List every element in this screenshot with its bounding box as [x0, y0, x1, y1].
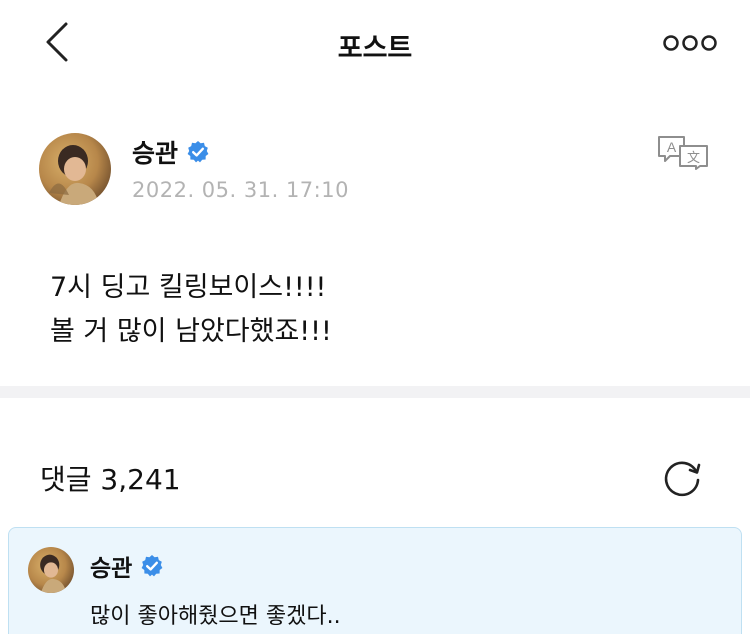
- avatar-photo: [28, 547, 74, 593]
- refresh-icon: [664, 461, 701, 497]
- post-timestamp: 2022. 05. 31. 17:10: [132, 178, 349, 202]
- comment-author-name: 승관: [90, 556, 133, 582]
- page-title: 포스트: [337, 33, 413, 64]
- section-divider: [0, 386, 750, 398]
- comment-avatar[interactable]: [28, 547, 74, 593]
- verified-badge-icon: [141, 555, 163, 577]
- svg-text:A: A: [667, 139, 677, 155]
- post-page: 포스트 승관 2022. 05. 31. 17:10 A 文 7시 딩고 킬링보…: [0, 0, 750, 634]
- comment-text: 많이 좋아해줬으면 좋겠다..: [90, 604, 341, 629]
- post-body: 7시 딩고 킬링보이스!!!! 볼 거 많이 남았다했죠!!!: [50, 266, 710, 354]
- verified-badge-icon: [187, 141, 209, 163]
- post-line-2: 볼 거 많이 남았다했죠!!!: [50, 316, 332, 347]
- more-horizontal-icon: [663, 35, 717, 51]
- post-author[interactable]: 승관: [132, 134, 210, 170]
- translate-icon: A 文: [658, 136, 708, 170]
- refresh-comments-button[interactable]: [660, 456, 704, 500]
- translate-button[interactable]: A 文: [656, 134, 710, 170]
- post-line-1: 7시 딩고 킬링보이스!!!!: [50, 272, 327, 303]
- author-name: 승관: [132, 139, 179, 168]
- author-avatar[interactable]: [39, 133, 111, 205]
- comments-count: 댓글 3,241: [40, 463, 181, 496]
- svg-text:文: 文: [687, 150, 700, 165]
- more-options-button[interactable]: [660, 30, 720, 56]
- comment-author[interactable]: 승관: [90, 549, 164, 583]
- header-bar: 포스트: [0, 0, 750, 88]
- avatar-photo: [39, 133, 111, 205]
